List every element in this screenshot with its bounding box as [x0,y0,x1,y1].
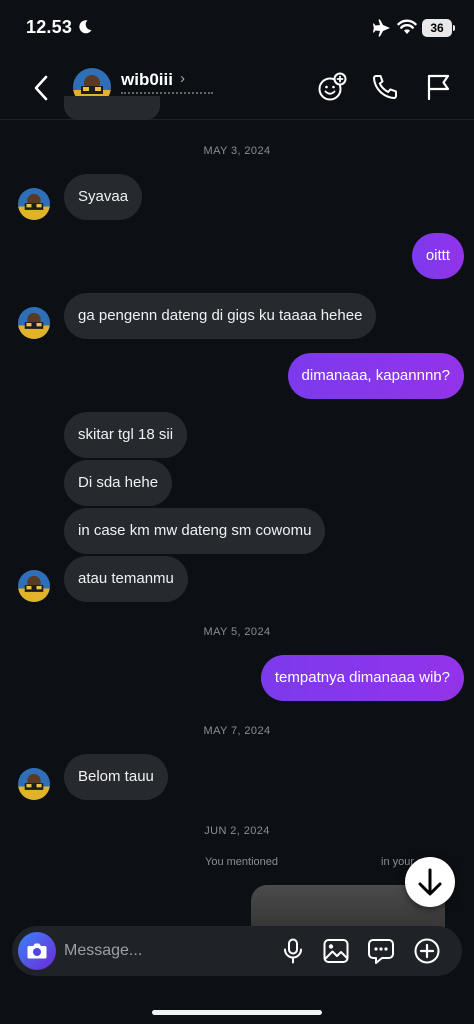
sender-avatar[interactable] [18,188,50,220]
chat-username[interactable]: wib0iii [121,70,173,90]
sender-avatar[interactable] [18,768,50,800]
message-bubble-incoming[interactable]: skitar tgl 18 sii [64,412,188,458]
date-separator: JUN 2, 2024 [204,825,270,837]
chevron-right-icon[interactable]: › [180,70,185,87]
message-input[interactable] [64,926,264,976]
scroll-to-bottom-button[interactable] [405,857,455,907]
back-icon[interactable] [28,72,56,104]
date-separator: MAY 3, 2024 [203,145,271,157]
message-bubble-outgoing[interactable]: dimanaaa, kapannnn? [287,353,464,399]
date-separator: MAY 7, 2024 [203,725,271,737]
message-composer [12,926,462,976]
message-bubble-incoming[interactable]: Syavaa [64,174,143,220]
message-bubble-incoming[interactable]: atau temanmu [64,556,188,602]
sticker-icon[interactable] [317,72,347,102]
battery-tip [453,25,455,31]
wifi-icon [397,19,417,34]
sender-avatar[interactable] [18,307,50,339]
message-bubble-incoming[interactable]: ga pengenn dateng di gigs ku taaaa hehee [64,293,377,339]
home-indicator [152,1010,322,1015]
image-icon[interactable] [322,937,350,965]
status-bar: 12.53 36 [0,0,474,58]
camera-button[interactable] [18,932,56,970]
phone-icon[interactable] [370,72,400,102]
status-time: 12.53 [26,17,73,37]
camera-icon [27,943,47,959]
message-bubble-incoming[interactable]: in case km mw dateng sm cowomu [64,508,326,554]
message-bubble-incoming[interactable]: Belom tauu [64,754,168,800]
date-separator: MAY 5, 2024 [203,626,271,638]
message-bubble-partial [64,96,160,120]
sender-avatar[interactable] [18,570,50,602]
flag-icon[interactable] [424,72,454,102]
moon-icon [79,20,92,34]
battery-indicator: 36 [422,19,452,37]
plus-icon[interactable] [413,937,441,965]
chat-bubble-icon[interactable] [367,937,395,965]
microphone-icon[interactable] [279,937,307,965]
airplane-icon [373,19,390,37]
message-bubble-outgoing[interactable]: tempatnya dimanaaa wib? [260,655,464,701]
story-mention-label: You mentioned [205,856,278,868]
message-bubble-outgoing[interactable]: oittt [411,233,464,279]
message-bubble-incoming[interactable]: Di sda hehe [64,460,173,506]
arrow-down-icon [418,868,442,896]
